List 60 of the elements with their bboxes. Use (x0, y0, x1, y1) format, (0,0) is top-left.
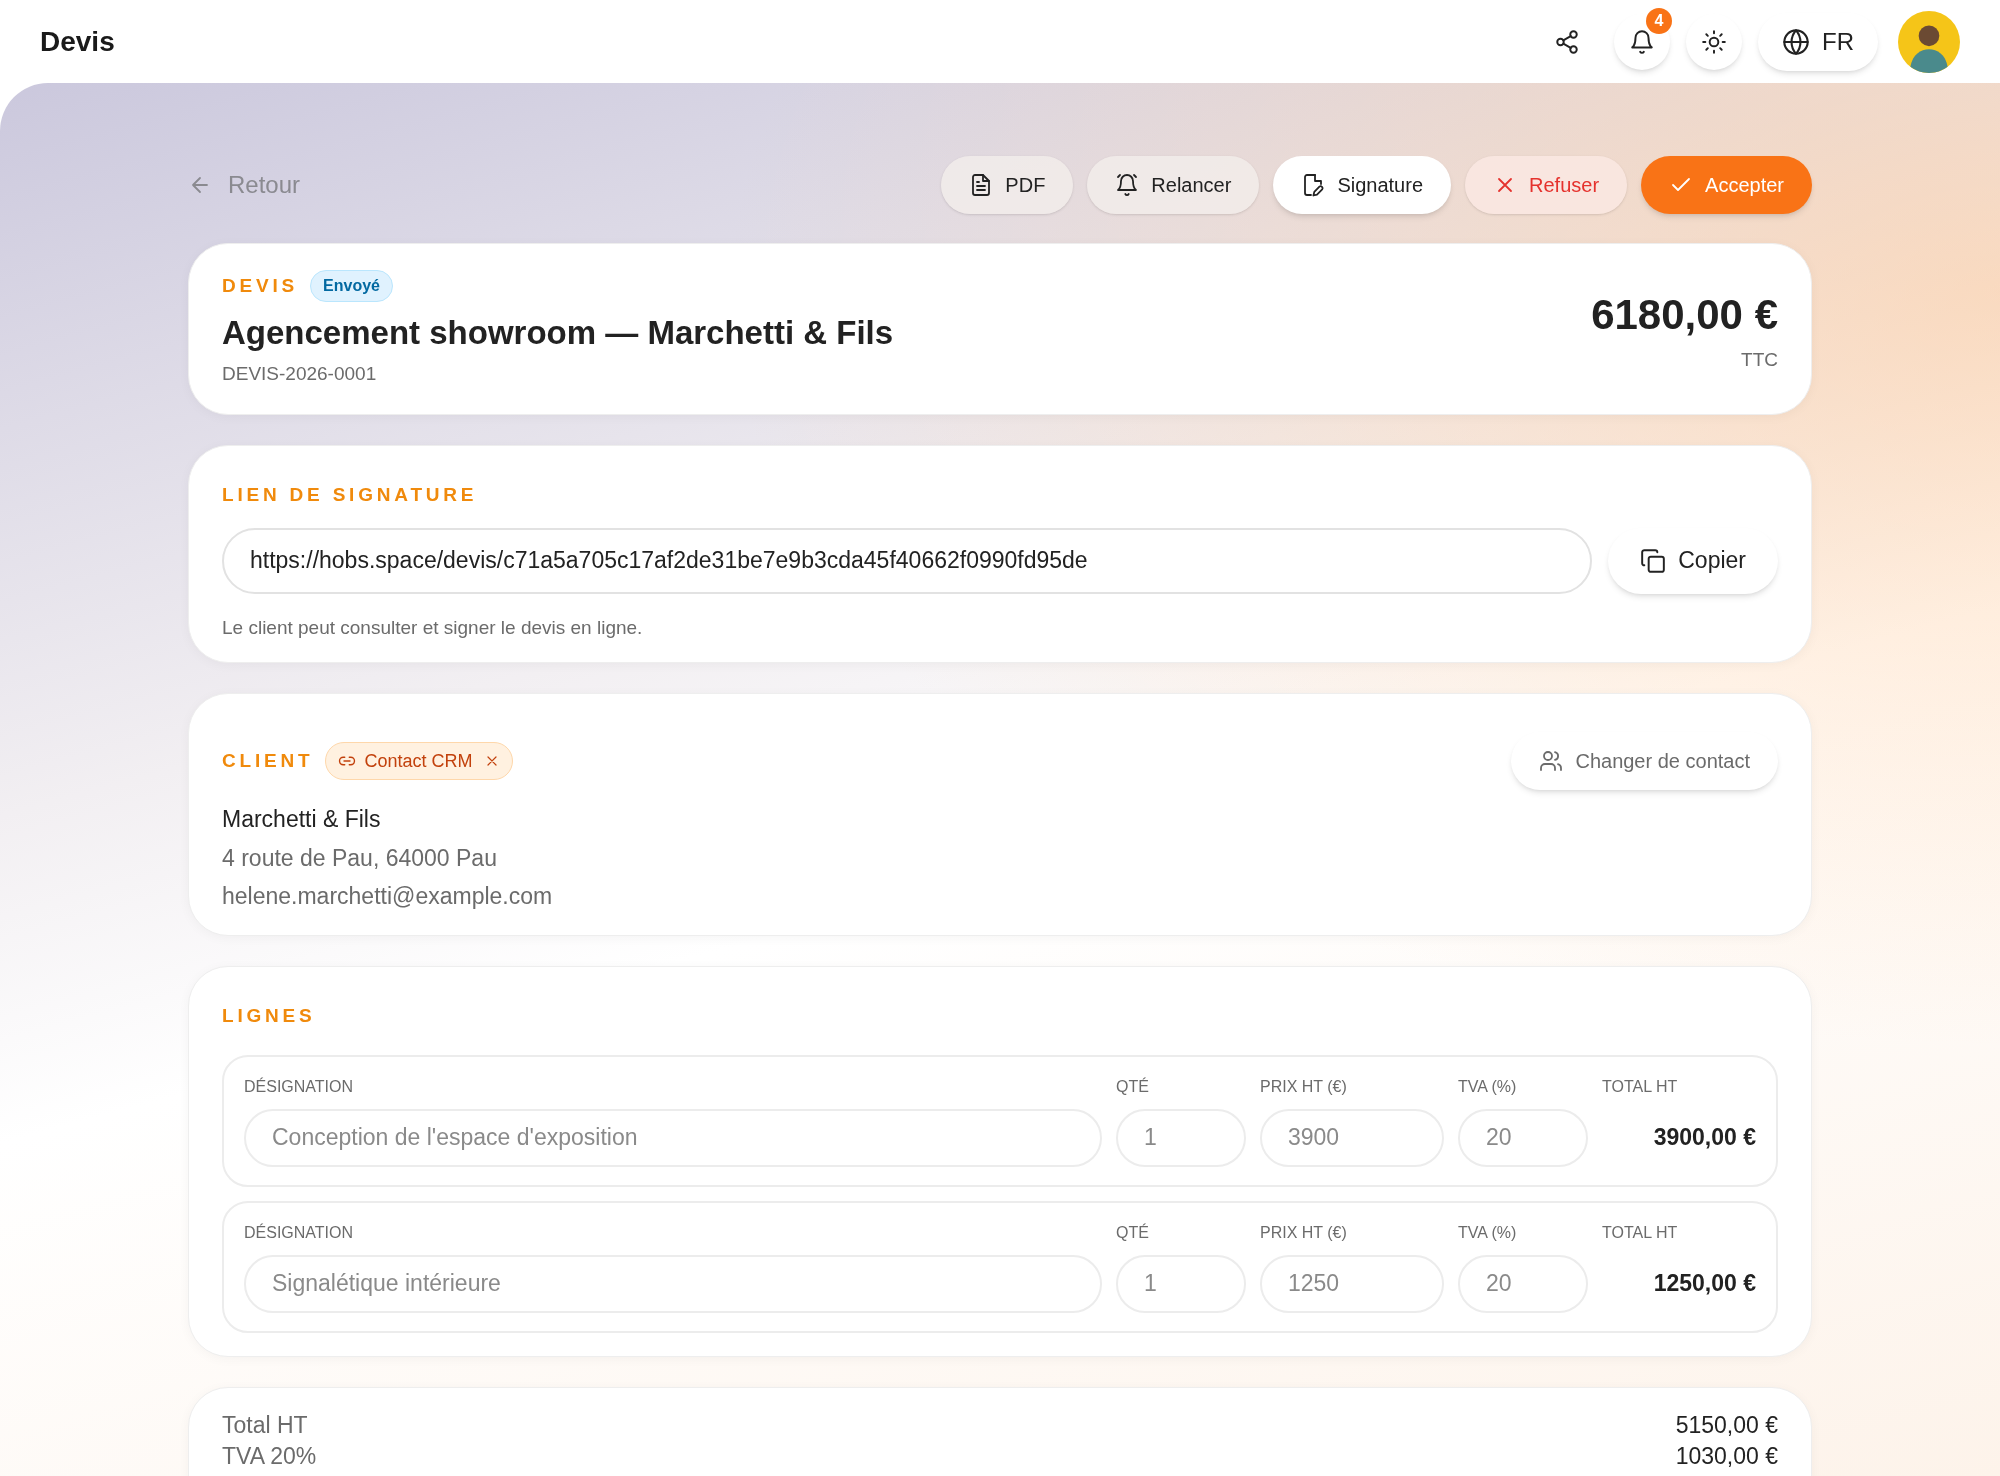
total-label: Total HT (222, 1414, 308, 1437)
quantity-label: QTÉ (1116, 1222, 1150, 1243)
page-title: Devis (40, 24, 115, 59)
refuse-button[interactable]: Refuser (1465, 156, 1628, 214)
change-contact-button[interactable]: Changer de contact (1511, 732, 1778, 790)
bell-icon (1629, 28, 1655, 55)
share-icon (1554, 28, 1580, 55)
hint-text: Le client peut consulter et signer le devis en ligne. (222, 615, 644, 640)
section-heading: LIEN DE SIGNATURE (222, 483, 479, 507)
total-label: TOTAL HT (1602, 1222, 1679, 1243)
total-label: TVA 20% (222, 1445, 317, 1468)
price-label: PRIX HT (€) (1260, 1222, 1348, 1243)
client-email: helene.marchetti@example.com (222, 882, 554, 911)
globe-icon (1782, 27, 1810, 56)
quantity-field[interactable]: 1 (1116, 1108, 1246, 1167)
section-heading: CLIENT (222, 748, 314, 773)
sun-icon (1701, 28, 1727, 55)
price-field[interactable]: 1250 (1260, 1254, 1444, 1313)
total-amount: 6180,00 € (1591, 290, 1778, 341)
designation-field[interactable]: Signalétique intérieure (244, 1254, 1102, 1313)
vat-field[interactable]: 20 (1458, 1254, 1588, 1313)
price-label: PRIX HT (€) (1260, 1076, 1348, 1097)
signature-button[interactable]: Signature (1273, 156, 1452, 214)
line-total: 3900,00 € (1652, 1123, 1756, 1153)
client-name: Marchetti & Fils (222, 805, 382, 834)
copy-icon (1640, 547, 1667, 574)
total-value: 5150,00 € (1675, 1414, 1778, 1437)
bell-icon (1115, 173, 1140, 197)
avatar[interactable] (1898, 10, 1960, 73)
crm-tag-label: Contact CRM (364, 749, 473, 773)
designation-label: DÉSIGNATION (244, 1076, 355, 1097)
quantity-label: QTÉ (1116, 1076, 1150, 1097)
theme-toggle[interactable] (1686, 13, 1742, 70)
section-heading: DEVIS (222, 273, 299, 298)
quote-title: Agencement showroom — Marchetti & Fils (222, 313, 894, 353)
vat-label: TVA (%) (1458, 1222, 1518, 1243)
quote-number: DEVIS-2026-0001 (222, 361, 378, 386)
quantity-field[interactable]: 1 (1116, 1254, 1246, 1313)
total-value: 1030,00 € (1675, 1445, 1778, 1468)
copy-button[interactable]: Copier (1608, 527, 1778, 594)
remind-button[interactable]: Relancer (1087, 156, 1260, 214)
vat-label: TVA (%) (1458, 1076, 1518, 1097)
amount-note: TTC (1741, 348, 1778, 373)
total-label: TOTAL HT (1602, 1076, 1679, 1097)
pdf-button[interactable]: PDF (941, 156, 1074, 214)
back-link[interactable]: Retour (188, 167, 301, 203)
language-button[interactable]: FR (1758, 12, 1878, 71)
users-icon (1539, 749, 1564, 773)
signature-url-field[interactable]: https://hobs.space/devis/c71a5a705c17af2de31be7e9b3cda45f40662f0990fd95de (222, 527, 1593, 594)
notification-badge: 4 (1646, 7, 1672, 34)
designation-label: DÉSIGNATION (244, 1222, 355, 1243)
accept-button[interactable]: Accepter (1641, 156, 1812, 214)
designation-field[interactable]: Conception de l'espace d'exposition (244, 1108, 1102, 1167)
signature-icon (1301, 173, 1326, 197)
section-heading: LIGNES (222, 1004, 317, 1028)
line-total: 1250,00 € (1652, 1269, 1756, 1299)
price-field[interactable]: 3900 (1260, 1108, 1444, 1167)
client-address: 4 route de Pau, 64000 Pau (222, 843, 498, 873)
status-badge: Envoyé (310, 270, 393, 302)
vat-field[interactable]: 20 (1458, 1108, 1588, 1167)
